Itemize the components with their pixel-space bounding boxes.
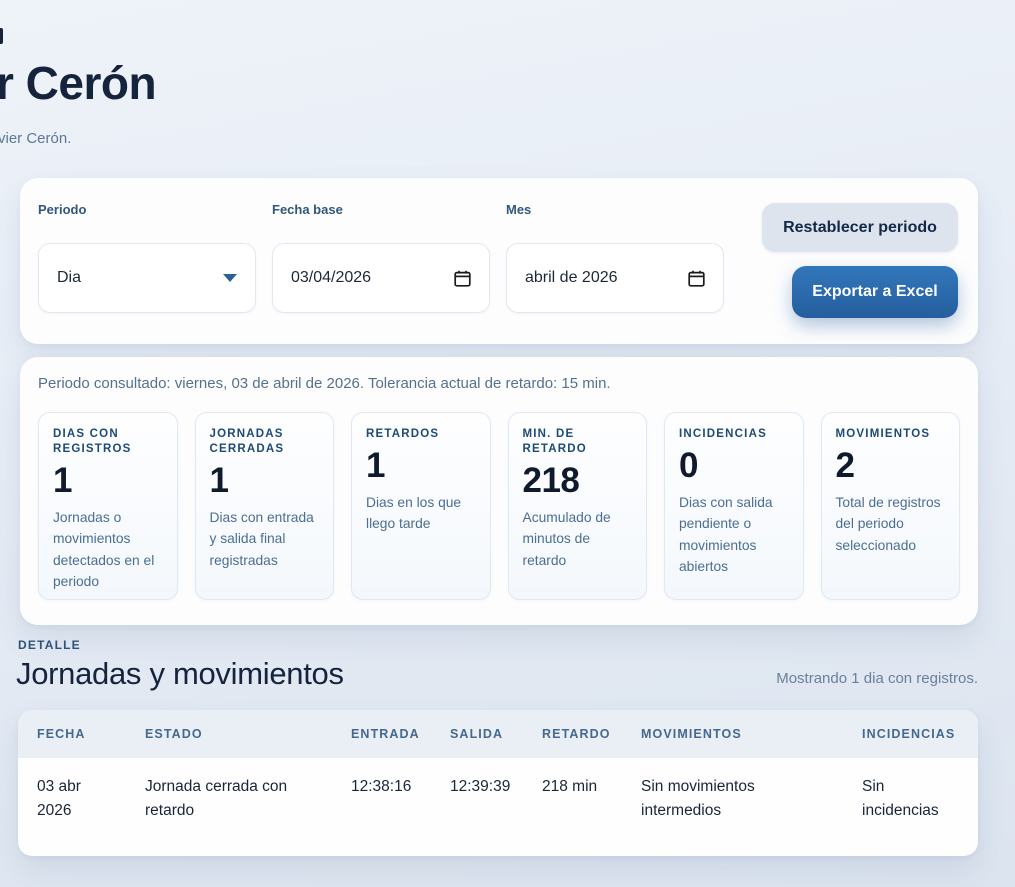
reset-period-button[interactable]: Restablecer periodo bbox=[762, 203, 958, 252]
field-mes: Mes abril de 2026 bbox=[506, 202, 724, 320]
mes-value: abril de 2026 bbox=[525, 269, 618, 286]
page-subtitle: vier Cerón. bbox=[0, 130, 72, 147]
stat-value: 218 bbox=[522, 460, 580, 500]
stat-label: MOVIMIENTOS bbox=[835, 428, 931, 440]
stat-label: INCIDENCIAS bbox=[679, 428, 767, 440]
stat-card-movimientos: MOVIMIENTOS 2 Total de registros del per… bbox=[820, 412, 960, 600]
table-row[interactable]: 03 abr 2026 Jornada cerrada con retardo … bbox=[18, 758, 978, 840]
stat-value: 0 bbox=[679, 445, 698, 485]
cell-entrada: 12:38:16 bbox=[351, 778, 412, 795]
field-periodo: Periodo Dia bbox=[38, 202, 256, 320]
cell-retardo: 218 min bbox=[542, 778, 598, 795]
attendance-dashboard-page: r Cerón vier Cerón. Periodo Dia Fecha ba… bbox=[0, 0, 1015, 887]
filter-panel: Periodo Dia Fecha base 03/04/2026 Mes ab… bbox=[20, 178, 978, 344]
stat-card-min-de-retardo: MIN. DE RETARDO 218 Acumulado de minutos… bbox=[507, 412, 647, 600]
cell-salida: 12:39:39 bbox=[450, 778, 511, 795]
fecha-base-value: 03/04/2026 bbox=[291, 269, 372, 286]
stat-card-dias-con-registros: DIAS CON REGISTROS 1 Jornadas o movimien… bbox=[38, 412, 178, 600]
export-excel-button[interactable]: Exportar a Excel bbox=[792, 266, 958, 318]
summary-panel: Periodo consultado: viernes, 03 de abril… bbox=[20, 357, 978, 625]
periodo-label: Periodo bbox=[38, 202, 87, 217]
calendar-icon[interactable] bbox=[688, 270, 705, 287]
periodo-value: Dia bbox=[57, 269, 82, 286]
column-header-fecha: FECHA bbox=[37, 727, 86, 741]
detail-title: Jornadas y movimientos bbox=[16, 656, 344, 691]
cell-fecha: 03 abr 2026 bbox=[37, 778, 81, 820]
column-header-estado: ESTADO bbox=[145, 727, 203, 741]
stat-value: 1 bbox=[53, 460, 72, 500]
stat-label: DIAS CON REGISTROS bbox=[53, 428, 132, 455]
column-header-salida: SALIDA bbox=[450, 727, 504, 741]
records-table: FECHA ESTADO ENTRADA SALIDA RETARDO MOVI… bbox=[18, 710, 978, 856]
stat-description: Acumulado de minutos de retardo bbox=[522, 509, 611, 568]
fecha-base-label: Fecha base bbox=[272, 202, 343, 217]
clipped-offscreen-element bbox=[0, 28, 3, 44]
column-header-incidencias: INCIDENCIAS bbox=[862, 727, 956, 741]
stat-description: Jornadas o movimientos detectados en el … bbox=[53, 509, 155, 589]
stat-value: 1 bbox=[366, 445, 385, 485]
stats-grid: DIAS CON REGISTROS 1 Jornadas o movimien… bbox=[38, 412, 960, 600]
chevron-down-icon bbox=[223, 274, 237, 282]
cell-incidencias: Sin incidencias bbox=[862, 778, 939, 820]
calendar-icon[interactable] bbox=[454, 270, 471, 287]
column-header-entrada: ENTRADA bbox=[351, 727, 420, 741]
cell-estado: Jornada cerrada con retardo bbox=[145, 778, 288, 820]
stat-value: 2 bbox=[835, 445, 855, 485]
stat-description: Dias con salida pendiente o movimientos … bbox=[679, 494, 773, 575]
period-consulted-text: Periodo consultado: viernes, 03 de abril… bbox=[38, 375, 611, 392]
field-fecha-base: Fecha base 03/04/2026 bbox=[272, 202, 490, 320]
stat-label: RETARDOS bbox=[366, 428, 440, 440]
stat-description: Dias en los que llego tarde bbox=[366, 494, 462, 532]
stat-label: JORNADAS CERRADAS bbox=[209, 428, 285, 455]
periodo-select[interactable]: Dia bbox=[38, 243, 256, 313]
stat-description: Dias con entrada y salida final registra… bbox=[209, 509, 314, 568]
detail-count-text: Mostrando 1 dia con registros. bbox=[776, 670, 978, 687]
cell-movimientos: Sin movimientos intermedios bbox=[641, 778, 755, 820]
stat-description: Total de registros del periodo seleccion… bbox=[835, 494, 941, 553]
table-header-row: FECHA ESTADO ENTRADA SALIDA RETARDO MOVI… bbox=[18, 710, 978, 758]
stat-card-incidencias: INCIDENCIAS 0 Dias con salida pendiente … bbox=[664, 412, 804, 600]
page-title: r Cerón bbox=[0, 57, 157, 109]
mes-label: Mes bbox=[506, 202, 532, 217]
mes-input[interactable]: abril de 2026 bbox=[506, 243, 724, 313]
stat-card-jornadas-cerradas: JORNADAS CERRADAS 1 Dias con entrada y s… bbox=[194, 412, 334, 600]
detail-eyebrow: DETALLE bbox=[18, 638, 81, 652]
column-header-movimientos: MOVIMIENTOS bbox=[641, 727, 742, 741]
stat-card-retardos: RETARDOS 1 Dias en los que llego tarde bbox=[351, 412, 491, 600]
stat-value: 1 bbox=[209, 460, 229, 500]
stat-label: MIN. DE RETARDO bbox=[522, 428, 587, 455]
column-header-retardo: RETARDO bbox=[542, 727, 611, 741]
filter-actions: Restablecer periodo Exportar a Excel bbox=[762, 203, 958, 320]
fecha-base-input[interactable]: 03/04/2026 bbox=[272, 243, 490, 313]
